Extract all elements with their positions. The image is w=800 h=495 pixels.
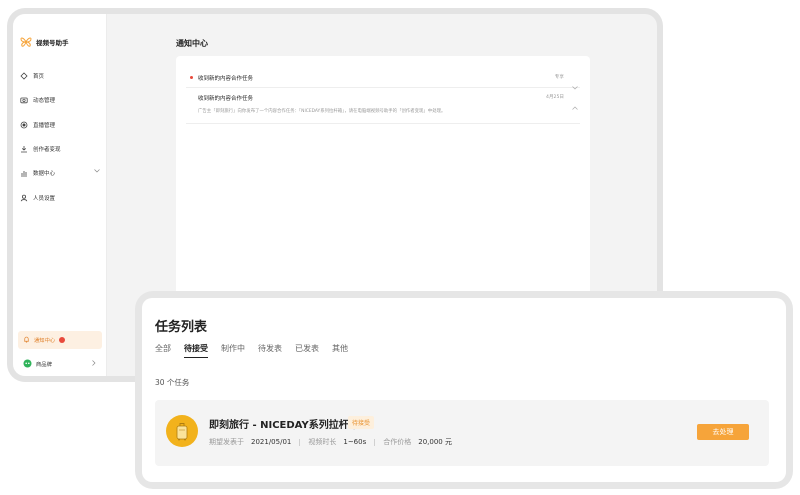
live-icon bbox=[20, 121, 28, 129]
app-title: 视频号助手 bbox=[36, 39, 69, 47]
chart-icon bbox=[20, 169, 28, 177]
handle-task-button[interactable]: 去处理 bbox=[697, 424, 749, 440]
task-meta: 期望发表于 2021/05/01 视频时长 1~60s 合作价格 20,000 … bbox=[209, 437, 452, 447]
notification-badge bbox=[59, 337, 66, 343]
sidebar-item-label: 创作者变现 bbox=[33, 147, 61, 154]
download-icon bbox=[20, 145, 28, 153]
sidebar-nav: 首页 动态管理 直播管理 创作者变现 数据中心 人员设置 bbox=[20, 64, 100, 210]
home-icon bbox=[20, 72, 28, 80]
meta-divider bbox=[299, 438, 301, 446]
task-tabs: 全部 待接受 制作中 待发表 已发表 其他 bbox=[155, 343, 348, 358]
notification-item-2[interactable]: 收到新的内容合作任务 4月25日 广告主「即刻旅行」向你发布了一个内容合作任务：… bbox=[186, 94, 580, 124]
chevron-down-icon[interactable] bbox=[572, 75, 578, 94]
sidebar-item-label: 通知中心 bbox=[34, 338, 56, 344]
meta-divider bbox=[374, 438, 376, 446]
sidebar-item-label: 首页 bbox=[33, 74, 45, 81]
sidebar-item-label: 数据中心 bbox=[33, 171, 56, 178]
sidebar-item-monetize[interactable]: 创作者变现 bbox=[20, 137, 100, 161]
sidebar-item-label: 商品牌 bbox=[36, 362, 52, 368]
task-list-title: 任务列表 bbox=[155, 320, 208, 335]
price-label: 合作价格 bbox=[383, 438, 412, 446]
notification-body: 广告主「即刻旅行」向你发布了一个内容合作任务：「NICEDAY系列拉杆箱」，请在… bbox=[198, 109, 446, 114]
status-badge: 待接受 bbox=[348, 416, 375, 429]
duration-label: 视频时长 bbox=[308, 438, 337, 446]
tab-published[interactable]: 已发表 bbox=[295, 343, 319, 358]
user-icon bbox=[20, 194, 28, 202]
sidebar-item-label: 动态管理 bbox=[33, 98, 56, 105]
notification-title: 收到新的内容合作任务 bbox=[198, 76, 254, 82]
sidebar-item-brand[interactable]: 商品牌 bbox=[18, 356, 102, 372]
publish-value: 2021/05/01 bbox=[251, 438, 292, 446]
sidebar-item-staff[interactable]: 人员设置 bbox=[20, 185, 100, 209]
notification-title: 收到新的内容合作任务 bbox=[198, 96, 254, 102]
chevron-right-icon bbox=[92, 360, 96, 368]
suitcase-icon bbox=[166, 415, 198, 447]
butterfly-logo-icon bbox=[20, 36, 32, 48]
task-count: 30 个任务 bbox=[155, 378, 190, 387]
notification-item-1[interactable]: 收到新的内容合作任务 专享 bbox=[186, 74, 580, 90]
tab-all[interactable]: 全部 bbox=[155, 343, 171, 358]
task-name[interactable]: 即刻旅行 - NICEDAY系列拉杆箱 bbox=[209, 416, 359, 431]
unread-dot bbox=[190, 76, 193, 79]
notification-date: 4月25日 bbox=[546, 95, 564, 100]
sidebar-item-label: 人员设置 bbox=[33, 195, 56, 202]
task-list-window: 任务列表 全部 待接受 制作中 待发表 已发表 其他 30 个任务 即刻旅行 -… bbox=[135, 291, 793, 489]
price-value: 20,000 元 bbox=[418, 438, 452, 446]
notification-date: 专享 bbox=[554, 75, 564, 80]
publish-label: 期望发表于 bbox=[209, 438, 244, 446]
chevron-up-icon[interactable] bbox=[572, 95, 578, 114]
bell-icon bbox=[23, 336, 30, 345]
tab-other[interactable]: 其他 bbox=[332, 343, 348, 358]
sidebar-item-label: 直播管理 bbox=[33, 122, 56, 129]
notification-list: 收到新的内容合作任务 专享 收到新的内容合作任务 4月25日 广告主「即刻旅行」… bbox=[176, 56, 590, 316]
brand-icon bbox=[23, 359, 32, 370]
tab-in-production[interactable]: 制作中 bbox=[221, 343, 245, 358]
sidebar-item-live[interactable]: 直播管理 bbox=[20, 113, 100, 137]
sidebar-item-posts[interactable]: 动态管理 bbox=[20, 88, 100, 112]
sidebar-item-home[interactable]: 首页 bbox=[20, 64, 100, 88]
sidebar-item-data[interactable]: 数据中心 bbox=[20, 161, 100, 185]
chevron-down-icon bbox=[94, 169, 100, 175]
tab-to-publish[interactable]: 待发表 bbox=[258, 343, 282, 358]
sidebar-item-notifications[interactable]: 通知中心 bbox=[18, 331, 102, 349]
sidebar: 视频号助手 首页 动态管理 直播管理 创作者变现 数据中心 人员设置 通知中心 … bbox=[13, 14, 107, 376]
camera-icon bbox=[20, 96, 28, 104]
duration-value: 1~60s bbox=[343, 438, 367, 446]
tab-pending[interactable]: 待接受 bbox=[184, 343, 208, 358]
task-card[interactable]: 即刻旅行 - NICEDAY系列拉杆箱 待接受 期望发表于 2021/05/01… bbox=[155, 400, 769, 466]
app-logo[interactable]: 视频号助手 bbox=[20, 36, 69, 48]
task-list-panel: 任务列表 全部 待接受 制作中 待发表 已发表 其他 30 个任务 即刻旅行 -… bbox=[142, 298, 786, 482]
page-title: 通知中心 bbox=[176, 39, 208, 48]
